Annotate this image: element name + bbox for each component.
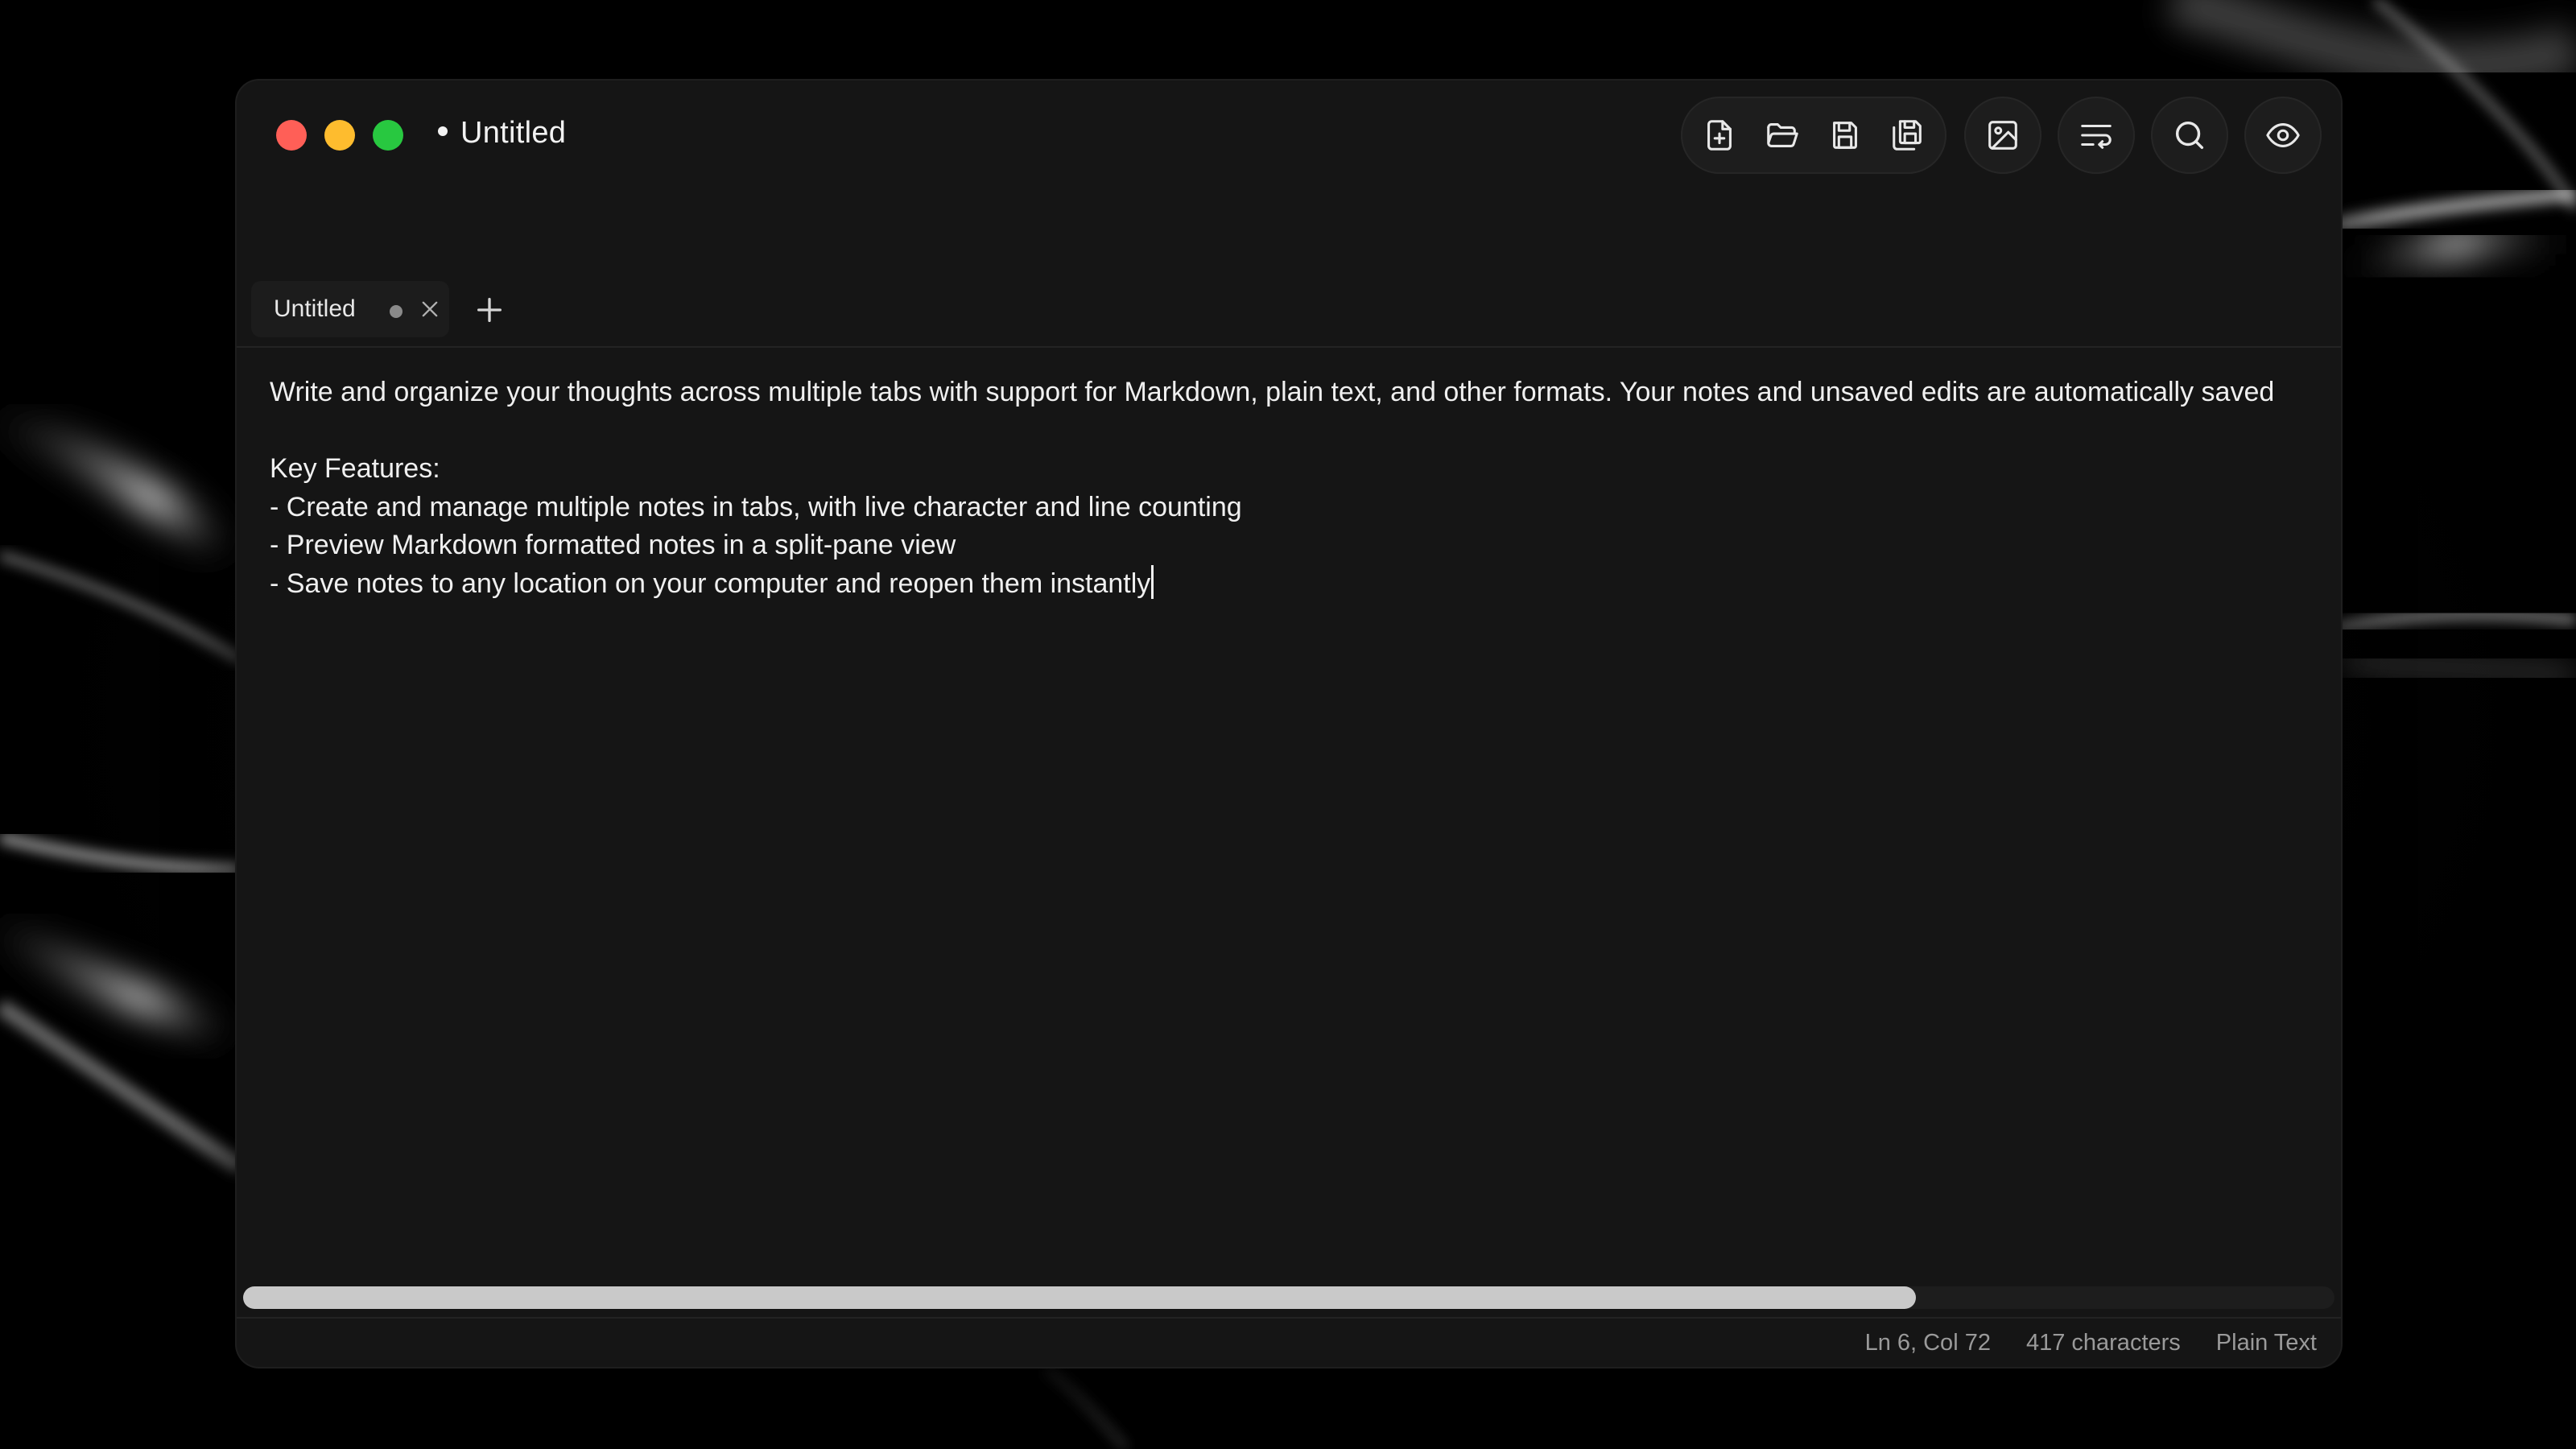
search-icon — [2175, 121, 2204, 150]
word-wrap-group — [2058, 97, 2135, 174]
editor-line-6-wrap: - Save notes to any location on your com… — [270, 564, 2274, 604]
text-editor[interactable]: Write and organize your thoughts across … — [237, 349, 2341, 1356]
eye-icon — [2266, 123, 2300, 147]
open-file-button[interactable] — [1753, 106, 1811, 164]
horizontal-scrollbar-track[interactable] — [243, 1286, 2334, 1309]
editor-window: Untitled Untitled Write and organize you… — [237, 80, 2341, 1367]
character-count: 417 characters — [2025, 1330, 2181, 1356]
save-icon — [1833, 122, 1857, 149]
editor-line-4: - Create and manage multiple notes in ta… — [270, 491, 1242, 522]
window-title-text: Untitled — [460, 116, 567, 150]
editor-line-5: - Preview Markdown formatted notes in a … — [270, 530, 956, 560]
search-group — [2151, 97, 2228, 174]
new-tab-icon[interactable] — [473, 294, 506, 326]
close-tab-icon[interactable] — [419, 298, 441, 320]
preview-button[interactable] — [2254, 106, 2312, 164]
search-button[interactable] — [2161, 106, 2219, 164]
save-as-button[interactable] — [1879, 106, 1937, 164]
tab-untitled[interactable]: Untitled — [251, 281, 449, 337]
tab-label: Untitled — [274, 295, 356, 322]
editor-content[interactable]: Write and organize your thoughts across … — [270, 374, 2274, 603]
language-mode[interactable]: Plain Text — [2216, 1330, 2317, 1356]
save-as-icon — [1893, 120, 1922, 151]
close-window-button[interactable] — [276, 120, 307, 151]
new-file-icon — [1707, 120, 1732, 151]
image-icon — [1988, 121, 2017, 150]
modified-dot-icon — [390, 305, 402, 318]
status-bar: Ln 6, Col 72 417 characters Plain Text — [237, 1317, 2341, 1367]
status-items: Ln 6, Col 72 417 characters Plain Text — [1865, 1330, 2317, 1356]
editor-line-2: ​ — [270, 412, 2274, 451]
cursor-position: Ln 6, Col 72 — [1864, 1330, 1991, 1356]
save-button[interactable] — [1816, 106, 1874, 164]
new-file-button[interactable] — [1690, 106, 1748, 164]
tab-bar: Untitled — [237, 274, 2341, 348]
editor-line-3: Key Features: — [270, 453, 440, 484]
minimize-window-button[interactable] — [324, 120, 355, 151]
file-actions-group — [1681, 97, 1946, 174]
open-folder-icon — [1767, 123, 1798, 147]
insert-image-group — [1964, 97, 2041, 174]
text-caret — [1151, 564, 1154, 599]
wrap-text-icon — [2081, 124, 2112, 149]
maximize-window-button[interactable] — [373, 120, 403, 151]
word-wrap-button[interactable] — [2067, 106, 2125, 164]
horizontal-scrollbar-thumb[interactable] — [243, 1286, 1917, 1309]
editor-line-1: Write and organize your thoughts across … — [270, 377, 2275, 407]
editor-line-6: - Save notes to any location on your com… — [270, 568, 1151, 599]
insert-image-button[interactable] — [1974, 106, 2032, 164]
preview-group — [2244, 97, 2322, 174]
unsaved-dot-icon — [438, 126, 448, 136]
window-title: Untitled — [438, 116, 566, 151]
